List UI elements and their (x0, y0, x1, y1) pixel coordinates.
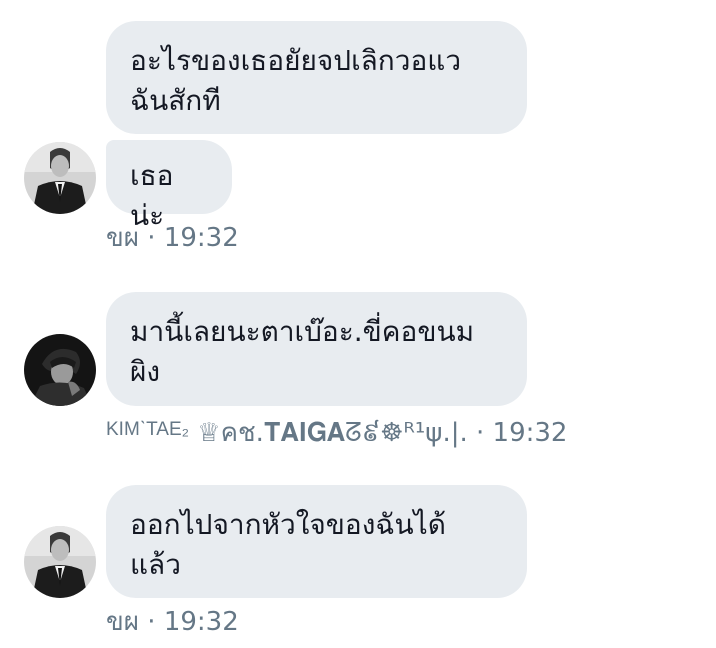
avatar-photo-icon (24, 142, 96, 214)
message-bubble[interactable]: ออกไปจากหัวใจของฉันได้ แล้ว (106, 485, 527, 598)
timestamp: 19:32 (492, 418, 568, 448)
sender-name[interactable]: ขผ (106, 607, 139, 637)
avatar[interactable] (24, 334, 96, 406)
meta-separator: · (476, 418, 485, 448)
message-meta: ขผ · 19:32 (106, 606, 239, 638)
message-bubble[interactable]: เธอน่ะ (106, 140, 232, 232)
meta-separator: · (147, 223, 156, 253)
avatar-photo-icon (24, 526, 96, 598)
sender-tag[interactable]: KIMˋTAE₂ (106, 419, 189, 440)
sender-name[interactable]: ขผ (106, 223, 139, 253)
message-bubble[interactable]: อะไรของเธอยัยจปเลิกวอแว ฉันสักที (106, 21, 527, 134)
avatar-photo-icon (24, 334, 96, 406)
avatar[interactable] (24, 142, 96, 214)
timestamp: 19:32 (163, 607, 239, 637)
message-bubble[interactable]: มานี้เลยนะตาเบ๊อะ.ขี่คอขนม ผิง (106, 292, 527, 406)
avatar[interactable] (24, 526, 96, 598)
sender-name[interactable]: ♕คช.𝐓𝐀𝐈𝐆𝐀ᘔ៩☸ᴿ¹ψ.|. (197, 418, 467, 448)
timestamp: 19:32 (163, 223, 239, 253)
message-meta: ขผ · 19:32 (106, 222, 239, 254)
meta-separator: · (147, 607, 156, 637)
message-meta: KIMˋTAE₂ ♕คช.𝐓𝐀𝐈𝐆𝐀ᘔ៩☸ᴿ¹ψ.|. · 19:32 (106, 414, 567, 449)
